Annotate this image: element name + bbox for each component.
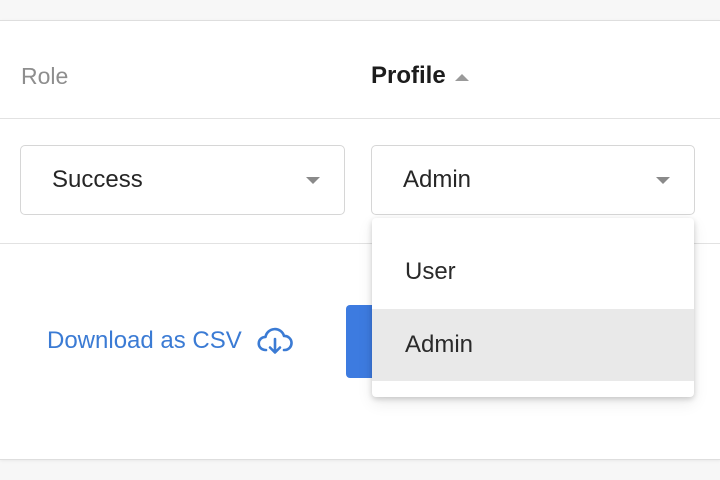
profile-select-value: Admin: [403, 166, 472, 193]
cloud-download-icon: [257, 327, 293, 354]
column-header-profile[interactable]: Profile: [371, 62, 469, 90]
profile-select[interactable]: Admin: [371, 145, 695, 215]
sort-ascending-icon[interactable]: [454, 73, 469, 81]
profile-dropdown-menu: User Admin: [372, 218, 694, 397]
download-csv-link[interactable]: Download as CSV: [47, 326, 293, 356]
download-csv-label: Download as CSV: [47, 327, 242, 354]
role-select-value: Success: [52, 166, 143, 193]
column-header-role[interactable]: Role: [21, 63, 68, 90]
dropdown-option-label: Admin: [405, 331, 474, 358]
table-header-row: Role Profile: [0, 21, 720, 119]
role-select[interactable]: Success: [20, 145, 345, 215]
dropdown-option-admin[interactable]: Admin: [372, 309, 694, 381]
dropdown-option-user[interactable]: User: [372, 236, 694, 308]
column-header-profile-label: Profile: [371, 62, 446, 89]
chevron-down-icon: [656, 177, 670, 184]
chevron-down-icon: [306, 177, 320, 184]
dropdown-option-label: User: [405, 258, 456, 285]
